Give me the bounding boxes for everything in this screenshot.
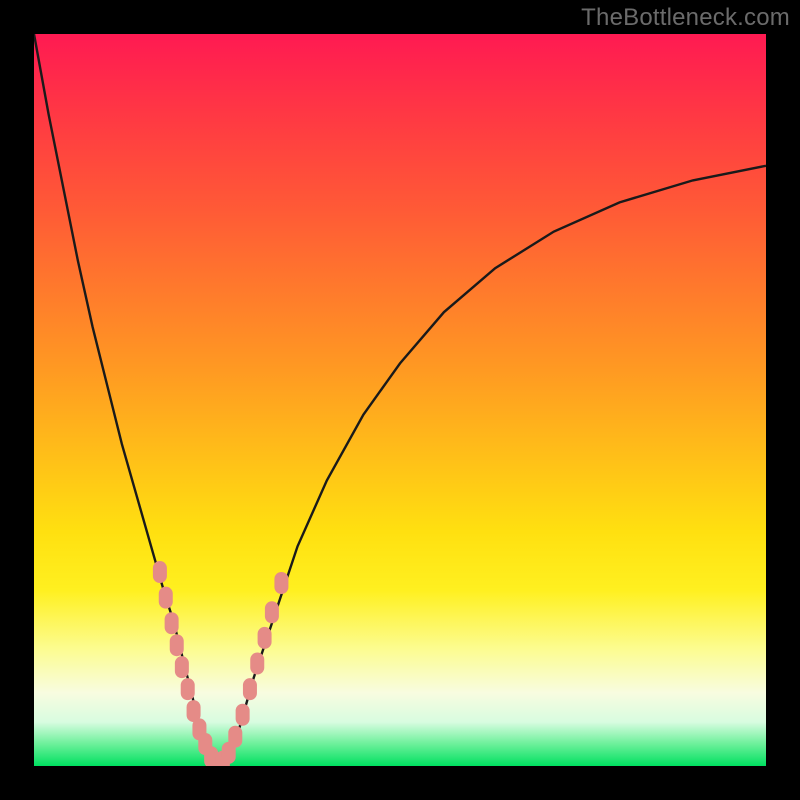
bottleneck-curve xyxy=(34,34,766,766)
curve-marker xyxy=(175,656,189,678)
curve-marker xyxy=(153,561,167,583)
watermark-text: TheBottleneck.com xyxy=(581,4,790,32)
chart-frame: TheBottleneck.com xyxy=(0,0,800,800)
curve-marker xyxy=(274,572,288,594)
curve-marker xyxy=(236,704,250,726)
curve-marker xyxy=(181,678,195,700)
curve-layer xyxy=(34,34,766,766)
marker-layer xyxy=(153,561,289,766)
curve-marker xyxy=(243,678,257,700)
curve-marker xyxy=(228,726,242,748)
curve-path xyxy=(34,34,766,766)
curve-marker xyxy=(258,627,272,649)
curve-marker xyxy=(159,587,173,609)
curve-marker xyxy=(165,612,179,634)
plot-area xyxy=(34,34,766,766)
curve-marker xyxy=(265,601,279,623)
curve-marker xyxy=(250,653,264,675)
curve-marker xyxy=(170,634,184,656)
